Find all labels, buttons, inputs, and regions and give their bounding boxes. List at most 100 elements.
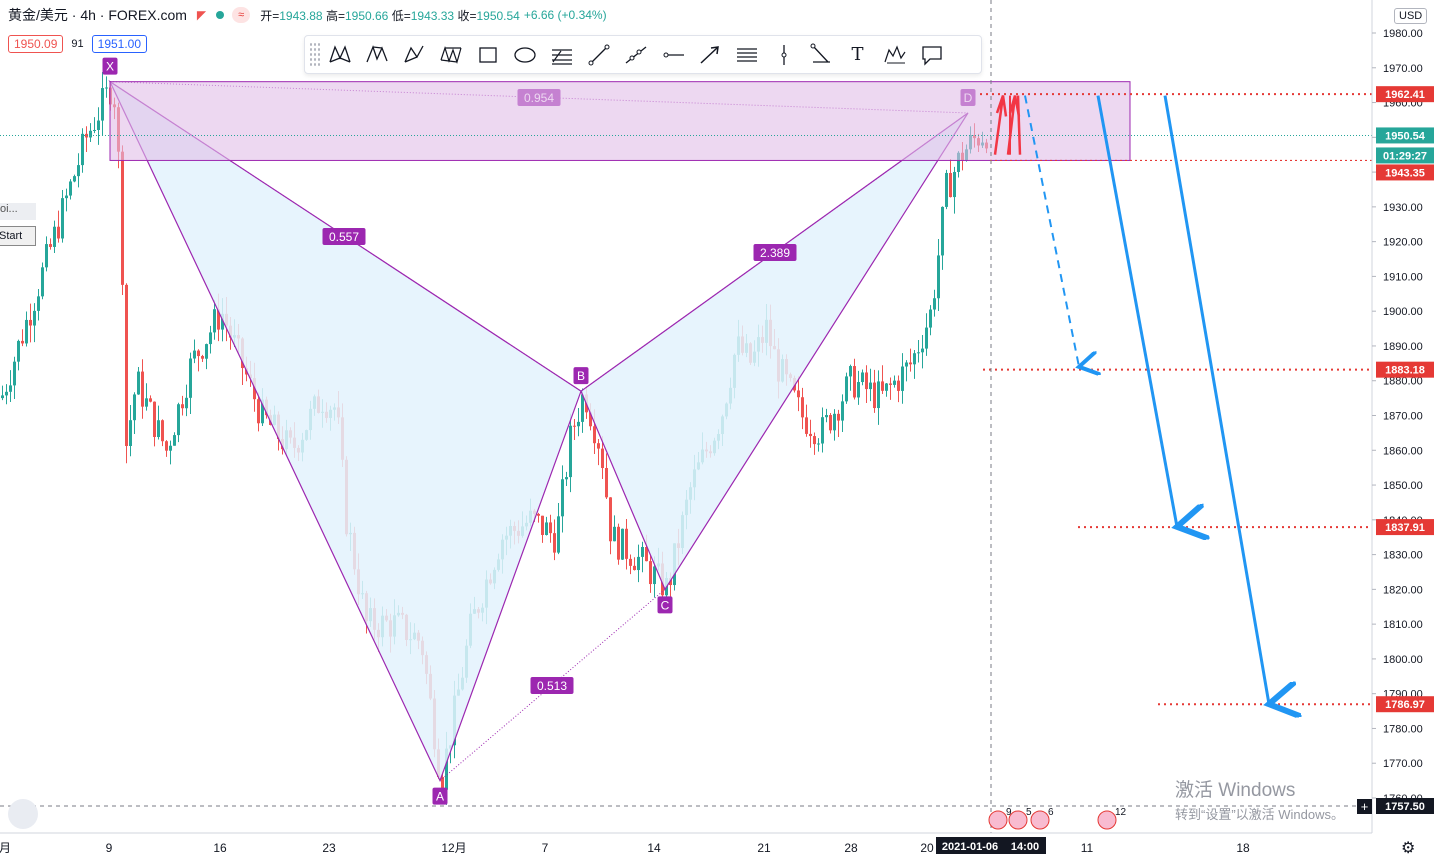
pattern-xab-triangle[interactable] (108, 80, 582, 783)
candle-body (545, 522, 548, 535)
candle-body (801, 397, 804, 418)
candle-body (25, 319, 28, 344)
candle-body (797, 390, 800, 398)
candle-body (73, 176, 76, 182)
y-tick-label: 1850.00 (1383, 480, 1423, 492)
pattern-point-c: C (661, 598, 670, 612)
candle-body (93, 129, 96, 131)
candle-body (17, 340, 20, 362)
x-tick-label: 12月 (441, 841, 466, 855)
fib-retracement-icon[interactable] (543, 36, 580, 73)
candle-body (629, 558, 632, 566)
candle-body (561, 479, 564, 517)
candle-body (833, 413, 836, 431)
candle-body (941, 206, 944, 256)
candle-body (869, 382, 872, 390)
candle-body (213, 309, 216, 333)
tradingview-logo-icon[interactable] (8, 799, 38, 829)
symbol-title[interactable]: 黄金/美元 · 4h · FOREX.com (8, 5, 187, 25)
candle-body (157, 420, 160, 437)
candle-body (821, 417, 824, 444)
candle-body (57, 226, 60, 239)
xabcd-pattern-icon[interactable] (321, 36, 358, 73)
candle-body (877, 381, 880, 409)
parallel-channel-icon[interactable] (728, 36, 765, 73)
currency-label[interactable]: USD (1394, 8, 1428, 24)
candle-body (181, 404, 184, 409)
crosshair-price-label: 1757.50 (1385, 801, 1425, 813)
trend-line-icon[interactable] (580, 36, 617, 73)
xabcd-pattern[interactable]: XABCD0.9540.5572.3890.513 (102, 57, 976, 805)
candle-body (937, 255, 940, 299)
candle-body (121, 151, 124, 285)
y-tick-label: 1830.00 (1383, 550, 1423, 562)
candle-body (205, 344, 208, 359)
flag-icon[interactable]: ◤ (197, 8, 206, 22)
candle-body (817, 443, 820, 445)
candle-body (81, 133, 84, 166)
spread-value: 91 (71, 38, 84, 50)
candle-body (913, 353, 916, 365)
candle-body (37, 296, 40, 311)
settings-gear-icon[interactable]: ⚙ (1401, 838, 1415, 858)
candle-body (165, 441, 168, 451)
candle-body (593, 426, 596, 444)
drag-handle-icon[interactable] (309, 41, 321, 68)
candle-body (921, 348, 924, 353)
trend-angle-icon[interactable] (802, 36, 839, 73)
price-label-1786: 1786.97 (1385, 699, 1425, 711)
candle-body (573, 425, 576, 427)
y-tick-label: 1800.00 (1383, 654, 1423, 666)
crosshair-time-label: 14:00 (1011, 841, 1039, 853)
candle-body (201, 356, 204, 359)
candle-body (61, 198, 64, 239)
candle-body (9, 385, 12, 392)
text-icon[interactable]: T (839, 36, 876, 73)
ray-icon[interactable] (617, 36, 654, 73)
arrow-icon[interactable] (691, 36, 728, 73)
x-tick-label: 20 (920, 841, 934, 855)
y-tick-label: 1900.00 (1383, 306, 1423, 318)
start-button[interactable]: Start (0, 226, 36, 246)
rectangle-icon[interactable] (469, 36, 506, 73)
economic-event-icon[interactable] (988, 810, 1008, 830)
cypher-pattern-icon[interactable] (358, 36, 395, 73)
candle-body (617, 526, 620, 560)
candle-body (861, 372, 864, 383)
candle-body (889, 383, 892, 385)
event-count: 12 (1115, 807, 1127, 818)
elliott-wave-icon[interactable] (876, 36, 913, 73)
economic-event-icon[interactable] (1097, 810, 1117, 830)
economic-event-icon[interactable] (1030, 810, 1050, 830)
reversal-zone[interactable] (109, 81, 1131, 161)
add-alert-icon[interactable]: + (1361, 799, 1369, 814)
candle-body (141, 371, 144, 407)
y-tick-label: 1860.00 (1383, 445, 1423, 457)
economic-event-icon[interactable] (1008, 810, 1028, 830)
x-tick-label: 16 (213, 841, 227, 855)
pattern-point-a: A (436, 790, 444, 804)
candle-body (105, 87, 108, 89)
triangle-pattern-icon[interactable] (432, 36, 469, 73)
candle-body (909, 362, 912, 365)
price-chart[interactable]: XABCD0.9540.5572.3890.513 95612 1980.001… (0, 0, 1437, 863)
candle-body (597, 443, 600, 449)
callout-icon[interactable] (913, 36, 950, 73)
vertical-line-icon[interactable] (765, 36, 802, 73)
ellipse-icon[interactable] (506, 36, 543, 73)
candle-body (21, 340, 24, 344)
ask-button[interactable]: 1951.00 (91, 35, 148, 53)
blue-arrow-2[interactable] (1163, 95, 1269, 705)
pattern-point-b: B (577, 369, 585, 383)
y-tick-label: 1820.00 (1383, 584, 1423, 596)
abcd-pattern-icon[interactable] (395, 36, 432, 73)
horizontal-ray-icon[interactable] (654, 36, 691, 73)
candle-body (101, 88, 104, 121)
bid-button[interactable]: 1950.09 (8, 35, 64, 53)
candle-body (149, 398, 152, 402)
candle-body (565, 477, 568, 480)
event-count: 6 (1048, 807, 1054, 818)
drawing-toolbar: T (304, 35, 982, 74)
pattern-bcd-triangle[interactable] (580, 112, 969, 591)
pattern-ratio-label: 0.513 (537, 679, 567, 693)
